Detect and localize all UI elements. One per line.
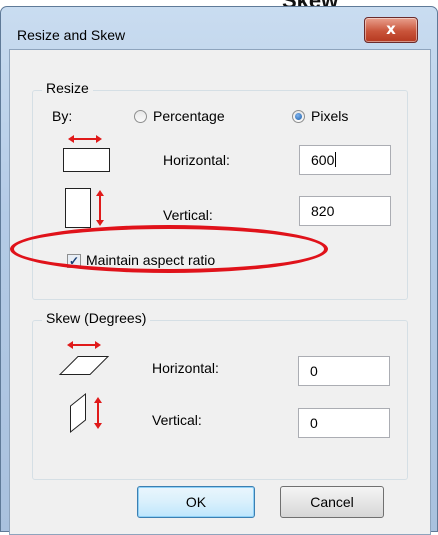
- skew-horizontal-input[interactable]: 0: [298, 356, 390, 386]
- pixels-label[interactable]: Pixels: [311, 108, 348, 124]
- ok-button[interactable]: OK: [137, 486, 255, 518]
- skew-legend: Skew (Degrees): [42, 310, 151, 326]
- skew-vertical-value: 0: [310, 415, 318, 431]
- cancel-button[interactable]: Cancel: [280, 486, 384, 518]
- skew-vertical-input[interactable]: 0: [298, 408, 390, 438]
- resize-horizontal-input[interactable]: 600: [299, 145, 391, 175]
- highlight-annotation-oval: [10, 225, 328, 273]
- resize-legend: Resize: [42, 80, 93, 96]
- skew-horizontal-label: Horizontal:: [152, 360, 219, 376]
- close-icon: x: [386, 20, 396, 38]
- skew-vertical-label: Vertical:: [152, 412, 202, 428]
- by-label: By:: [52, 108, 73, 124]
- resize-vertical-label: Vertical:: [163, 207, 213, 223]
- skew-horizontal-icon: [58, 341, 110, 375]
- resize-vertical-input[interactable]: 820: [299, 196, 391, 226]
- skew-horizontal-value: 0: [310, 363, 318, 379]
- resize-horizontal-value: 600: [311, 152, 335, 168]
- skew-vertical-icon: [70, 392, 102, 434]
- text-caret: [335, 152, 337, 167]
- resize-horizontal-label: Horizontal:: [163, 152, 230, 168]
- percentage-label[interactable]: Percentage: [153, 108, 225, 124]
- percentage-radio[interactable]: [134, 110, 147, 123]
- pixels-radio[interactable]: [292, 110, 305, 123]
- dialog-body: Resize By: Percentage Pixels Horizontal:…: [9, 49, 431, 535]
- resize-vertical-value: 820: [311, 203, 335, 219]
- resize-horizontal-icon: [63, 135, 110, 172]
- close-button[interactable]: x: [364, 17, 418, 43]
- dialog-title: Resize and Skew: [17, 27, 126, 43]
